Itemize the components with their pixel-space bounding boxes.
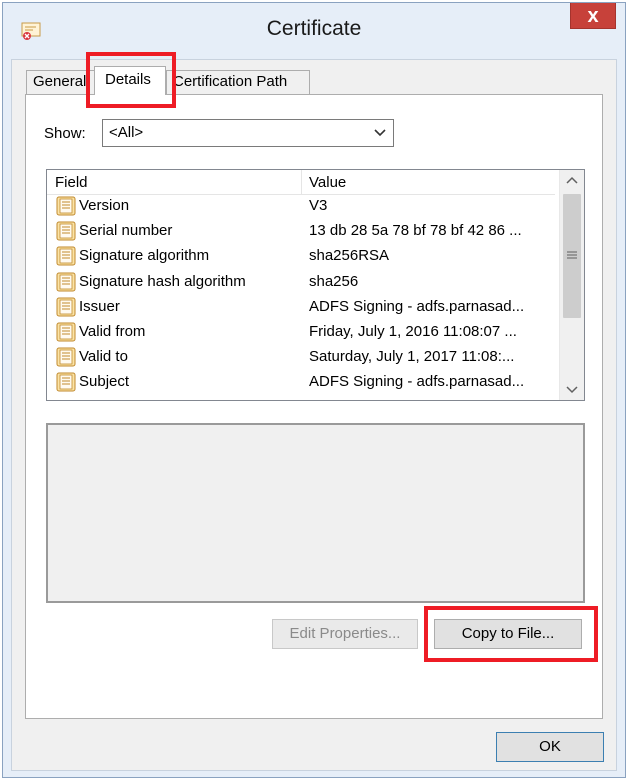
certificate-field-icon xyxy=(56,347,76,367)
ok-button[interactable]: OK xyxy=(496,732,604,762)
certificate-field-icon xyxy=(56,372,76,392)
certificate-field-icon xyxy=(56,297,76,317)
row-field: Version xyxy=(79,197,130,214)
row-field: Issuer xyxy=(79,297,120,315)
row-value: Friday, July 1, 2016 11:08:07 ... xyxy=(309,323,517,340)
field-value-detail[interactable] xyxy=(46,423,585,603)
certificate-field-icon xyxy=(56,322,76,342)
certificate-field-icon xyxy=(56,221,76,241)
scrollbar-thumb[interactable] xyxy=(563,194,581,318)
row-value: 13 db 28 5a 78 bf 78 bf 42 86 ... xyxy=(309,222,522,240)
row-value: ADFS Signing - adfs.parnasad... xyxy=(309,297,525,315)
grip-icon xyxy=(567,251,577,259)
show-dropdown-value: <All> xyxy=(109,124,144,141)
list-row[interactable]: Serial number 13 db 28 5a 78 bf 78 bf 42 … xyxy=(47,219,555,244)
row-value: sha256RSA xyxy=(309,247,390,265)
scroll-up-icon[interactable] xyxy=(560,170,584,192)
list-header: Field Value xyxy=(47,170,555,195)
scroll-down-icon[interactable] xyxy=(560,378,584,400)
list-row[interactable]: Valid from Friday, July 1, 2016 11:08:07 … xyxy=(47,320,555,345)
column-header-value[interactable]: Value xyxy=(309,174,346,191)
list-row[interactable]: Valid to Saturday, July 1, 2017 11:08:... xyxy=(47,345,555,370)
column-header-field[interactable]: Field xyxy=(55,174,88,191)
show-dropdown[interactable]: <All> xyxy=(102,119,394,147)
row-field: Serial number xyxy=(79,222,173,240)
row-value: Saturday, July 1, 2017 11:08:... xyxy=(309,348,515,366)
list-row[interactable]: Signature hash algorithm sha256 xyxy=(47,270,555,295)
window-title: Certificate xyxy=(266,17,362,40)
row-field: Signature algorithm xyxy=(79,247,210,265)
row-value: V3 xyxy=(309,197,328,214)
row-value: ADFS Signing - adfs.parnasad... xyxy=(309,373,525,391)
certificate-field-icon xyxy=(56,246,76,266)
fields-list[interactable]: Field Value Version V3 Serial number 13 db … xyxy=(46,169,585,401)
highlight-details-tab xyxy=(86,52,176,108)
row-value: sha256 xyxy=(309,272,359,290)
list-row[interactable]: Version V3 xyxy=(47,194,555,219)
row-field: Subject xyxy=(79,373,130,391)
edit-properties-button[interactable]: Edit Properties... xyxy=(272,619,418,649)
row-field: Valid to xyxy=(79,348,128,366)
highlight-copy-to-file xyxy=(424,606,598,662)
tab-certification-path[interactable]: Certification Path xyxy=(166,70,310,94)
column-divider[interactable] xyxy=(301,170,302,194)
row-field: Valid from xyxy=(79,323,146,340)
vertical-scrollbar[interactable] xyxy=(559,170,584,400)
chevron-down-icon xyxy=(374,129,386,137)
title-bar: Certificate x xyxy=(3,3,625,59)
certificate-field-icon xyxy=(56,196,76,216)
list-row[interactable]: Signature algorithm sha256RSA xyxy=(47,244,555,269)
show-label: Show: xyxy=(44,125,86,142)
row-field: Signature hash algorithm xyxy=(79,272,246,290)
close-button[interactable]: x xyxy=(570,3,616,29)
dialog-body: General Details Certification Path Show:… xyxy=(11,59,617,771)
certificate-field-icon xyxy=(56,272,76,292)
list-row[interactable]: Subject ADFS Signing - adfs.parnasad... xyxy=(47,370,555,395)
list-row[interactable]: Issuer ADFS Signing - adfs.parnasad... xyxy=(47,295,555,320)
